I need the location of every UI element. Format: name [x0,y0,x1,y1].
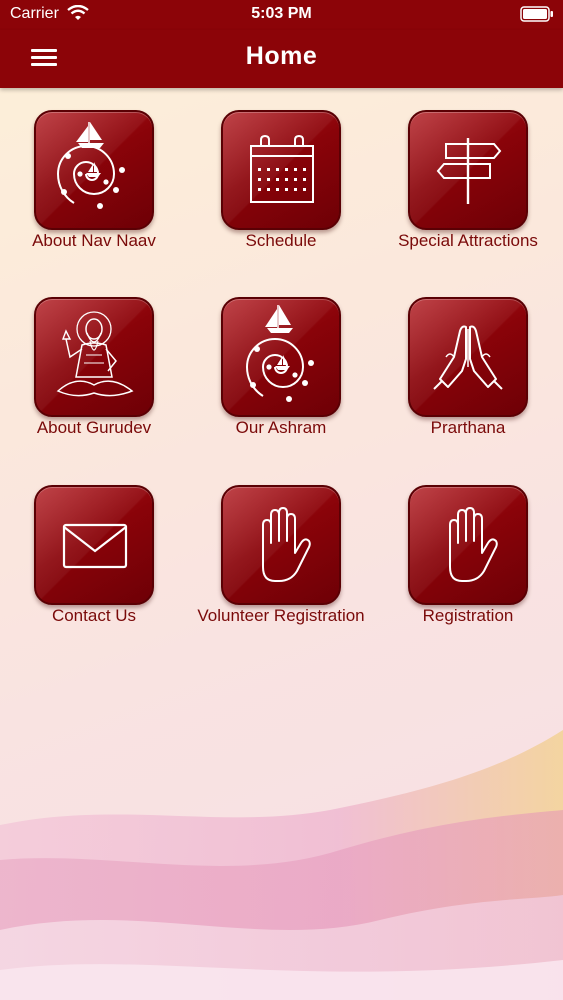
icon-gloss [410,299,526,415]
status-bar: Carrier 5:03 PM [0,0,563,30]
tile-prarthana[interactable]: Prarthana [378,297,558,447]
tile-icon-box [221,297,341,417]
navigation-bar: Home [0,30,563,88]
icon-gloss [223,112,339,228]
icon-gloss [36,487,152,603]
icon-gloss [410,112,526,228]
tile-contact-us[interactable]: Contact Us [4,485,184,635]
icon-gloss [36,299,152,415]
page-title: Home [245,42,318,70]
clock-time: 5:03 PM [251,5,312,22]
tile-special-attractions[interactable]: Special Attractions [378,110,558,260]
tile-icon-box [34,485,154,605]
tile-icon-box [408,297,528,417]
tile-icon-box [221,110,341,230]
icon-gloss [36,112,152,228]
tile-label: Special Attractions [398,231,538,250]
tile-label: Prarthana [430,418,506,437]
background-waves [0,730,563,1000]
tile-volunteer-registration[interactable]: Volunteer Registration [191,485,371,635]
icon-gloss [223,299,339,415]
tile-about-nav-naav[interactable]: About Nav Naav [4,110,184,260]
tile-icon-box [221,485,341,605]
tile-label: Registration [422,606,514,625]
tile-icon-box [408,110,528,230]
tile-icon-box [34,297,154,417]
tile-icon-box [408,485,528,605]
tile-our-ashram[interactable]: Our Ashram [191,297,371,447]
tile-schedule[interactable]: Schedule [191,110,371,260]
icon-gloss [223,487,339,603]
icon-gloss [410,487,526,603]
tile-registration[interactable]: Registration [378,485,558,635]
tile-icon-box [34,110,154,230]
tile-about-gurudev[interactable]: About Gurudev [4,297,184,447]
battery-icon [520,6,553,22]
